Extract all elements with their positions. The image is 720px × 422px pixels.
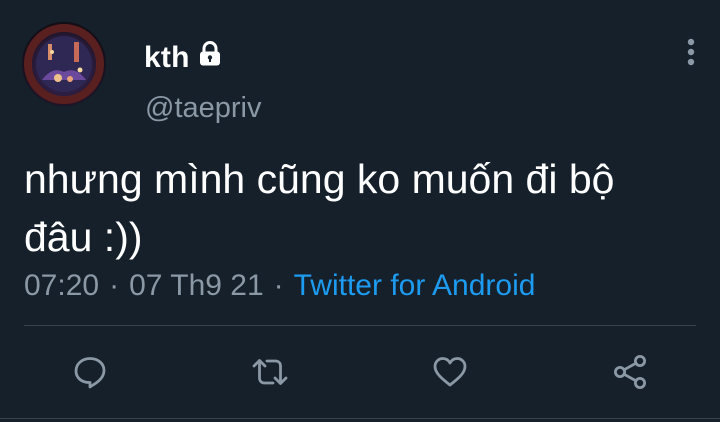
tweet-detail: kth @taepriv nhưng mình cũng ko muốn đi … xyxy=(0,0,720,422)
display-name[interactable]: kth xyxy=(144,41,190,75)
bottom-divider xyxy=(0,418,720,419)
user-name-row: kth xyxy=(144,40,222,76)
tweet-metadata: 07:20 · 07 Th9 21 · Twitter for Android xyxy=(24,266,535,306)
share-icon xyxy=(614,355,646,389)
source-link[interactable]: Twitter for Android xyxy=(294,269,536,303)
more-vertical-icon[interactable] xyxy=(676,34,706,70)
avatar[interactable] xyxy=(22,22,106,106)
reply-button[interactable] xyxy=(68,350,112,394)
meta-separator: · xyxy=(273,269,284,302)
reply-icon xyxy=(74,357,106,389)
tweet-text: nhưng mình cũng ko muốn đi bộ đâu :)) xyxy=(24,156,626,260)
divider xyxy=(24,325,696,326)
user-handle[interactable]: @taepriv xyxy=(145,92,261,125)
meta-separator: · xyxy=(109,269,120,302)
tweet-date: 07 Th9 21 xyxy=(129,269,264,302)
lock-icon xyxy=(198,41,222,67)
avatar-image xyxy=(22,22,106,106)
retweet-icon xyxy=(252,359,288,385)
tweet-time: 07:20 xyxy=(24,269,100,302)
share-button[interactable] xyxy=(608,350,652,394)
like-button[interactable] xyxy=(428,350,472,394)
retweet-button[interactable] xyxy=(248,350,292,394)
heart-icon xyxy=(433,357,467,387)
action-bar xyxy=(0,350,720,396)
